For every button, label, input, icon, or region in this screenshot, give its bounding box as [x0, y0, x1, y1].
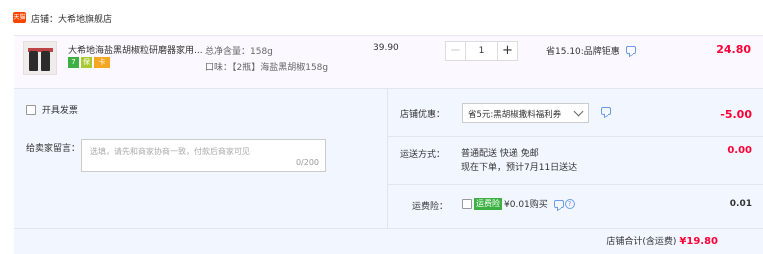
insurance-badge: 运费险 [474, 197, 502, 210]
insurance-checkbox[interactable] [462, 198, 472, 209]
shipping-label: 运送方式： [400, 150, 446, 160]
savings-text: 省15.10:品牌钜惠 [546, 47, 620, 57]
chat-bubble-icon[interactable] [553, 199, 564, 208]
panel-divider [387, 89, 388, 230]
tmall-icon: 天猫 [13, 12, 26, 23]
shop-coupon-select[interactable]: 省5元:黑胡椒撒料福利券 [462, 103, 589, 123]
shipping-eta: 现在下单，预计7月11日送达 [461, 163, 578, 173]
product-thumbnail[interactable] [23, 41, 57, 75]
shop-header: 天猫 店铺：大希地旗舰店 [0, 0, 763, 38]
quantity-input[interactable]: 1 [467, 42, 496, 60]
help-icon[interactable]: ? [564, 198, 575, 209]
shop-total-label: 店铺合计(含运费) [606, 237, 677, 247]
chat-bubble-icon[interactable] [626, 46, 636, 54]
service-badges: 7保卡 [68, 57, 112, 69]
order-options-panel: 开具发票 给卖家留言： 选填，请先和商家协商一致，付款后商家可见 0/200 店… [14, 88, 763, 230]
sku-weight: 总净含量：158g [205, 47, 273, 57]
shop-total-amount: ¥19.80 [679, 236, 718, 247]
cart-item-row: 大希地海盐黑胡椒粒研磨器家用... 7保卡 总净含量：158g 口味：【2瓶】海… [14, 35, 763, 88]
message-char-counter: 0/200 [295, 158, 319, 167]
card-payment-icon: 卡 [94, 57, 110, 68]
row-divider [388, 184, 763, 185]
item-subtotal: 24.80 [716, 43, 751, 56]
row-divider [388, 136, 763, 137]
message-label: 给卖家留言： [26, 144, 81, 154]
shipping-method: 普通配送 快递 免邮 [461, 149, 539, 159]
seller-message-input[interactable]: 选填，请先和商家协商一致，付款后商家可见 0/200 [81, 139, 326, 172]
quantity-increase-button[interactable]: + [497, 42, 517, 60]
shop-name-link[interactable]: 店铺：大希地旗舰店 [31, 12, 112, 25]
message-placeholder: 选填，请先和商家协商一致，付款后商家可见 [90, 147, 250, 156]
product-title-link[interactable]: 大希地海盐黑胡椒粒研磨器家用... [68, 43, 208, 56]
shipping-price: 0.00 [727, 145, 752, 156]
sku-flavor: 口味：【2瓶】海盐黑胡椒158g [205, 63, 329, 73]
coupon-selected-value: 省5元:黑胡椒撒料福利券 [468, 110, 562, 120]
product-thumbnail-jar [29, 51, 38, 71]
chat-bubble-icon[interactable] [601, 107, 611, 115]
shop-total-row: 店铺合计(含运费) ¥19.80 [14, 229, 763, 254]
invoice-label: 开具发票 [41, 106, 78, 116]
invoice-option[interactable]: 开具发票 [26, 103, 78, 116]
seven-day-return-icon: 7 [68, 57, 79, 68]
shipping-insurance-option[interactable]: 运费险 ¥0.01购买 ? [462, 197, 575, 210]
invoice-checkbox[interactable] [26, 104, 36, 115]
insurance-amount: 0.01 [729, 199, 752, 209]
coupon-discount-amount: -5.00 [720, 108, 752, 121]
insurance-label: 运费险： [412, 202, 449, 212]
chevron-down-icon [573, 106, 584, 117]
guarantee-icon: 保 [81, 57, 92, 68]
unit-price: 39.90 [373, 43, 399, 53]
quantity-stepper: − 1 + [445, 41, 518, 61]
insurance-price-text: ¥0.01购买 [504, 200, 548, 210]
shop-total: 店铺合计(含运费) ¥19.80 [606, 234, 718, 247]
product-thumbnail-jar [41, 51, 50, 71]
coupon-label: 店铺优惠： [400, 110, 446, 120]
quantity-decrease-button[interactable]: − [446, 42, 466, 60]
